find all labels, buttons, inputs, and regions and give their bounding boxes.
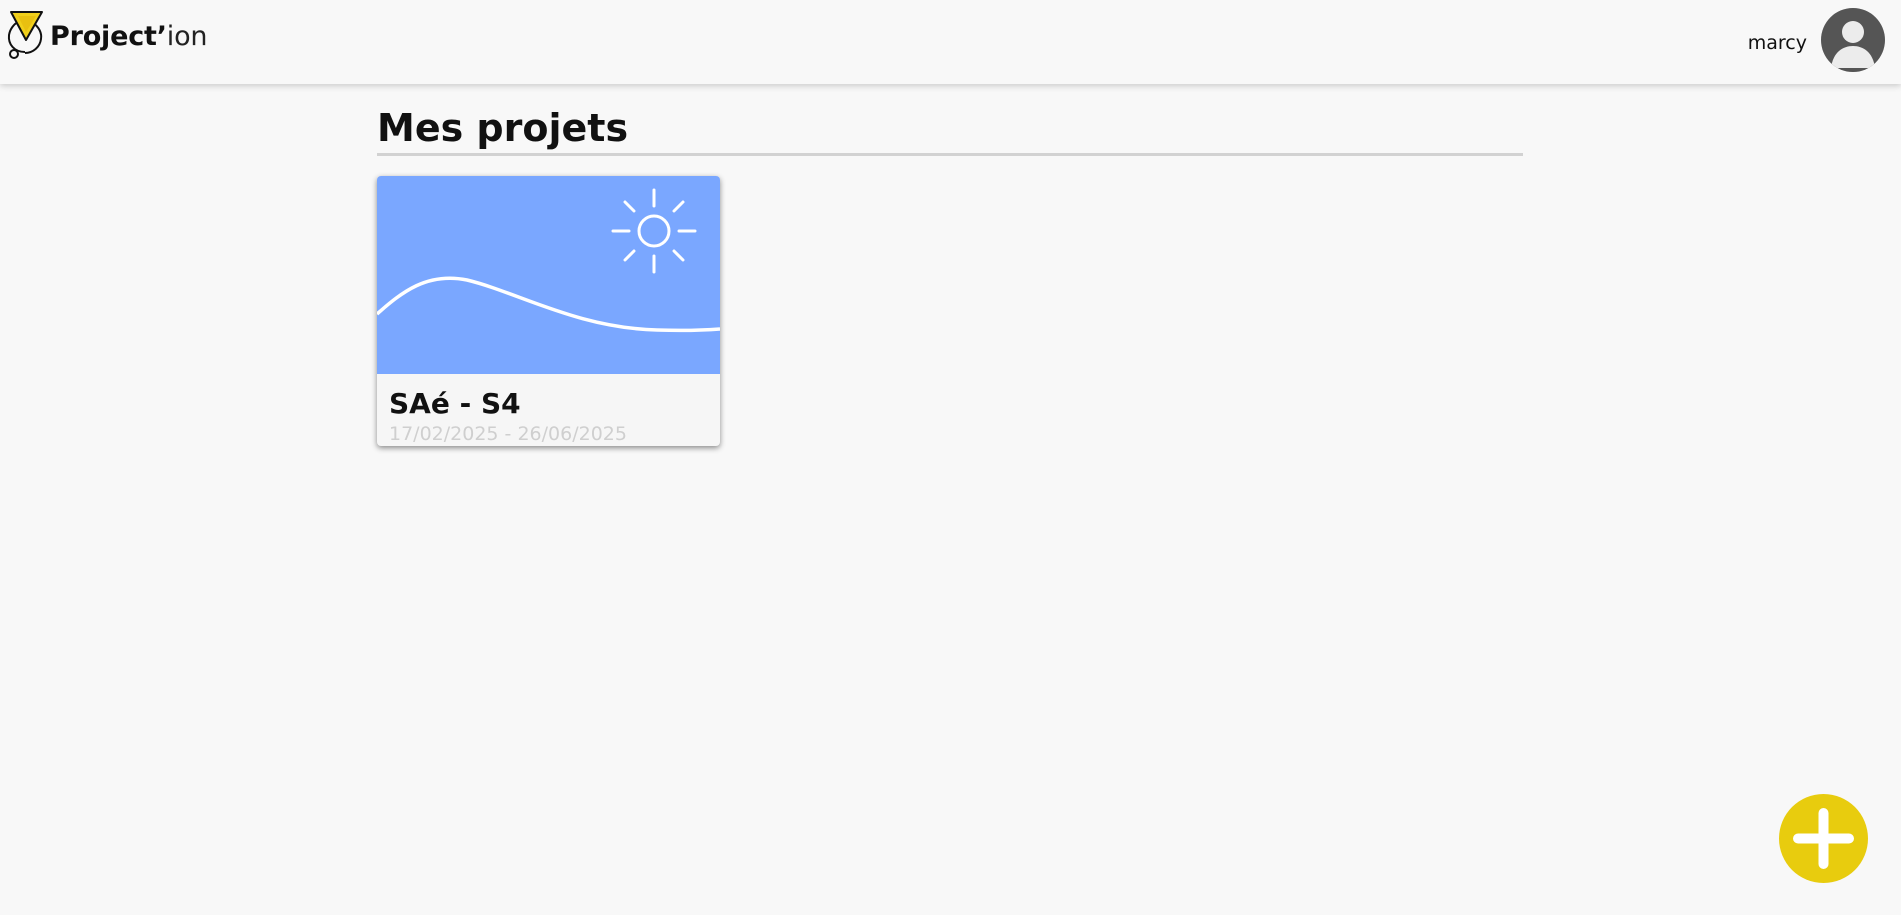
projection-logo-icon — [6, 10, 44, 62]
sun-landscape-icon — [377, 176, 720, 374]
brand-name-bold: Project’ — [50, 20, 167, 52]
title-divider — [377, 153, 1523, 156]
app-logo-link[interactable]: Project’ ion — [6, 10, 208, 62]
app-brand-name: Project’ ion — [50, 20, 208, 52]
user-name: marcy — [1747, 32, 1807, 54]
user-menu[interactable]: marcy — [1748, 8, 1885, 72]
project-dates: 17/02/2025 - 26/06/2025 — [389, 423, 627, 445]
brand-name-light: ion — [166, 20, 208, 52]
page-title: Mes projets — [377, 106, 629, 150]
plus-icon — [1779, 794, 1868, 883]
projects-section: Mes projets SAé - S4 17/02/2025 - 26/06/… — [377, 104, 1523, 446]
user-avatar-icon[interactable] — [1821, 8, 1885, 72]
top-navigation-bar: Project’ ion marcy — [0, 0, 1901, 84]
add-project-button[interactable] — [1779, 794, 1868, 883]
project-card[interactable]: SAé - S4 17/02/2025 - 26/06/2025 — [377, 176, 720, 446]
project-name: SAé - S4 — [389, 387, 521, 420]
